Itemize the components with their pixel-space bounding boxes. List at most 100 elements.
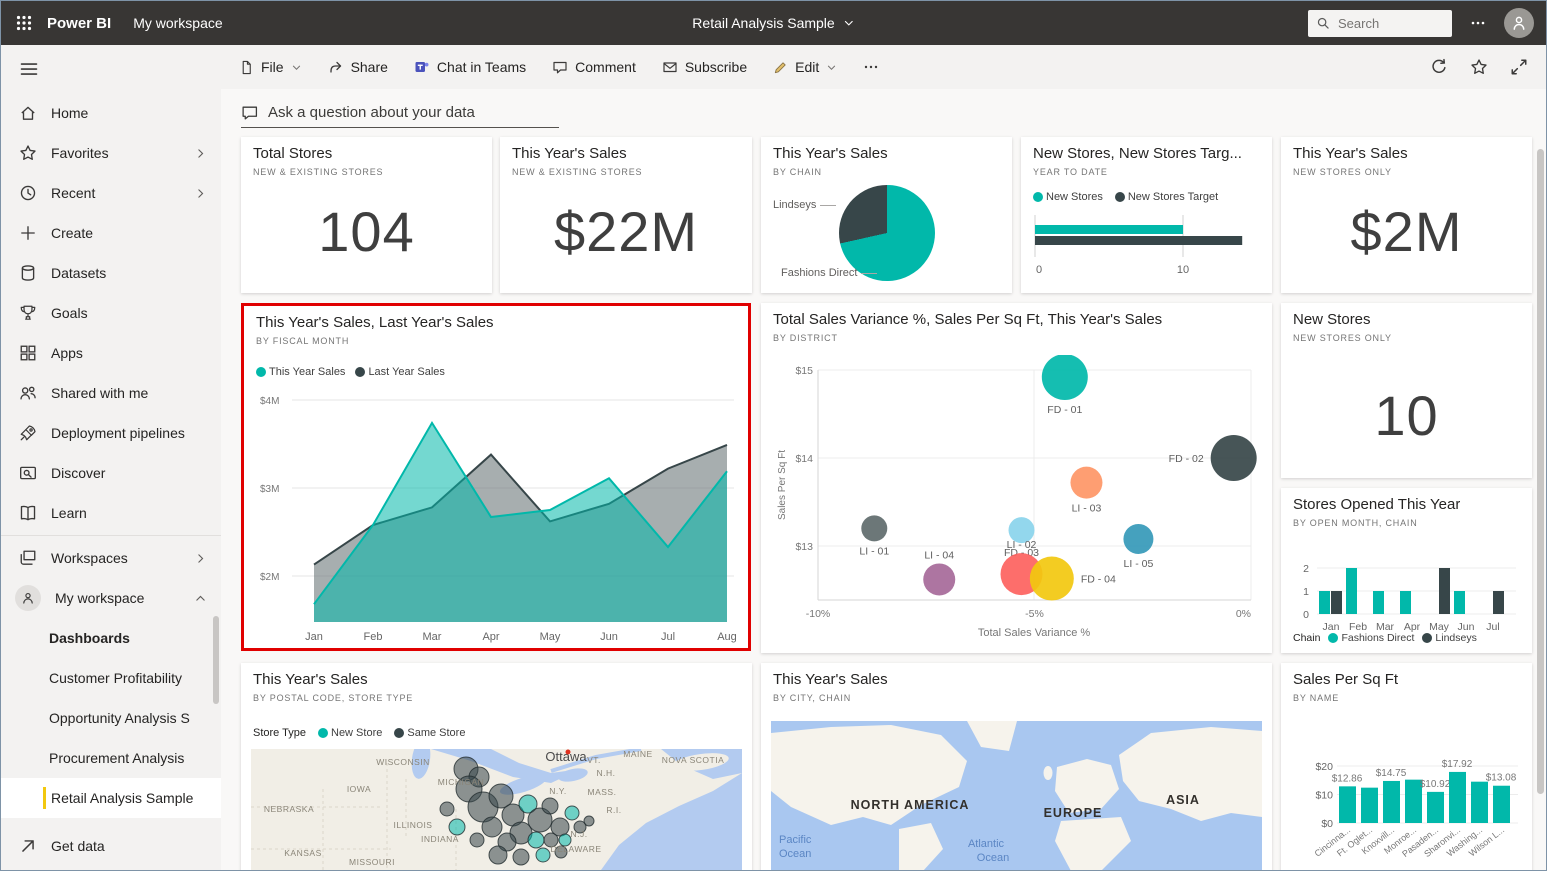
svg-text:N.J.: N.J. [570,829,587,839]
refresh-icon[interactable] [1430,58,1448,76]
area-chart: $4M$3M$2MJanFebMarAprMayJunJulAug [252,390,739,645]
file-icon [239,60,254,75]
tile-sales-by-fiscal-month[interactable]: This Year's Sales, Last Year's Sales BY … [244,306,748,648]
edit-button[interactable]: Edit [773,59,837,75]
tile-sales-by-chain-pie[interactable]: This Year's Sales BY CHAIN Lindseys Fash… [761,137,1012,293]
qna-input[interactable] [266,103,540,122]
tile-this-years-sales-new-stores[interactable]: This Year's Sales NEW STORES ONLY $2M [1281,137,1532,293]
tile-sales-by-postal-code-map[interactable]: This Year's Sales BY POSTAL CODE, STORE … [241,663,752,870]
sidebar-subitem-dashboards[interactable]: Dashboards [1,618,221,658]
sidebar-item-create[interactable]: Create [1,213,221,253]
qna-bar[interactable] [241,97,559,128]
sidebar-item-learn[interactable]: Learn [1,493,221,533]
dashboard-canvas: Total Stores NEW & EXISTING STORES 104 T… [221,89,1546,870]
sidebar-subitem-procurement-analysis[interactable]: Procurement Analysis [1,738,221,778]
svg-text:0%: 0% [1236,608,1251,620]
search-input[interactable] [1336,15,1426,32]
sidebar-item-goals[interactable]: Goals [1,293,221,333]
sidebar-item-apps[interactable]: Apps [1,333,221,373]
powerbi-logo[interactable]: Power BI [47,15,111,32]
sidebar-subitem-retail-analysis-sample[interactable]: Retail Analysis Sample [1,778,221,818]
subscribe-button[interactable]: Subscribe [662,59,747,75]
svg-text:Atlantic: Atlantic [968,838,1005,850]
sidebar-item-favorites[interactable]: Favorites [1,133,221,173]
sidebar-item-my-workspace[interactable]: My workspace [1,578,221,618]
dashboard-title: Retail Analysis Sample [692,15,834,31]
svg-text:-5%: -5% [1025,608,1044,620]
svg-text:ASIA: ASIA [1166,793,1200,807]
sidebar-scrollbar-thumb[interactable] [213,616,219,704]
svg-text:VT.: VT. [587,755,601,765]
sidebar-item-discover[interactable]: Discover [1,453,221,493]
book-icon [19,504,37,522]
legend-dot-dark [394,728,404,738]
svg-text:EUROPE: EUROPE [1044,806,1103,820]
plus-icon [19,224,37,242]
svg-text:MASS.: MASS. [588,787,617,797]
hamburger-menu-icon[interactable] [15,55,43,83]
svg-text:FD - 04: FD - 04 [1081,574,1116,586]
app-launcher-waffle-icon[interactable] [1,1,47,45]
discover-icon [19,464,37,482]
sidebar-item-home[interactable]: Home [1,93,221,133]
tile-stores-opened[interactable]: Stores Opened This Year BY OPEN MONTH, C… [1281,488,1532,653]
global-search[interactable] [1308,10,1452,37]
workspace-breadcrumb[interactable]: My workspace [133,15,222,31]
person-icon [15,585,41,611]
dashboard-title-dropdown[interactable]: Retail Analysis Sample [692,1,854,45]
file-menu-button[interactable]: File [239,59,302,75]
left-navigation: Home Favorites Recent Create Datasets Go… [1,45,221,870]
toolbar-more-icon[interactable] [863,59,879,75]
svg-text:Jul: Jul [661,631,675,643]
sidebar-item-workspaces[interactable]: Workspaces [1,538,221,578]
tile-subtitle: BY DISTRICT [773,333,838,343]
svg-text:$10.92: $10.92 [1420,779,1451,790]
pie-label-fashions-direct: Fashions Direct [781,267,877,279]
tile-title: New Stores [1293,311,1371,328]
more-options-icon[interactable] [1470,15,1486,31]
account-avatar[interactable] [1504,8,1534,38]
fullscreen-expand-icon[interactable] [1510,58,1528,76]
sidebar-subitem-opportunity-analysis[interactable]: Opportunity Analysis S [1,698,221,738]
chevron-right-icon [194,552,207,565]
get-data-button[interactable]: Get data [1,826,221,866]
svg-text:R.I.: R.I. [606,805,621,815]
tile-title: Stores Opened This Year [1293,496,1460,513]
svg-text:$14.75: $14.75 [1376,768,1407,779]
svg-text:-10%: -10% [806,608,831,620]
sidebar-item-deployment-pipelines[interactable]: Deployment pipelines [1,413,221,453]
svg-text:NOVA SCOTIA: NOVA SCOTIA [662,755,725,765]
svg-text:LI - 05: LI - 05 [1124,558,1154,570]
favorite-star-icon[interactable] [1470,58,1488,76]
star-icon [19,144,37,162]
sidebar-item-recent[interactable]: Recent [1,173,221,213]
chat-in-teams-button[interactable]: Chat in Teams [414,59,526,75]
svg-text:Total Sales Variance %: Total Sales Variance % [978,627,1091,639]
tile-this-years-sales-card[interactable]: This Year's Sales NEW & EXISTING STORES … [500,137,752,293]
share-button[interactable]: Share [328,59,388,75]
chevron-down-icon [826,62,837,73]
svg-text:$3M: $3M [260,484,279,495]
chart-legend: Store Type New Store Same Store [253,727,465,739]
sidebar-item-shared-with-me[interactable]: Shared with me [1,373,221,413]
tile-total-stores[interactable]: Total Stores NEW & EXISTING STORES 104 [241,137,492,293]
tile-sales-per-sqft[interactable]: Sales Per Sq Ft BY NAME $20$10$0$12.86Ci… [1281,663,1532,870]
page-scrollbar-thumb[interactable] [1537,149,1544,794]
legend-dot-dark [355,367,365,377]
svg-text:MAINE: MAINE [623,749,652,759]
comment-button[interactable]: Comment [552,59,636,75]
tile-subtitle: BY CHAIN [773,167,822,177]
svg-text:$2M: $2M [260,572,279,583]
tile-new-stores-target[interactable]: New Stores, New Stores Targ... YEAR TO D… [1021,137,1272,293]
tile-title: This Year's Sales [512,145,627,162]
sidebar-subitem-customer-profitability[interactable]: Customer Profitability [1,658,221,698]
legend-dot-teal [256,367,266,377]
svg-text:KANSAS: KANSAS [284,848,322,858]
svg-text:ILLINOIS: ILLINOIS [394,820,433,830]
tile-variance-scatter[interactable]: Total Sales Variance %, Sales Per Sq Ft,… [761,303,1272,653]
tile-new-stores-card[interactable]: New Stores NEW STORES ONLY 10 [1281,303,1532,478]
sidebar-item-datasets[interactable]: Datasets [1,253,221,293]
svg-text:Aug: Aug [717,631,737,643]
tile-title: This Year's Sales [253,671,368,688]
tile-sales-by-city-map[interactable]: This Year's Sales BY CITY, CHAIN NORTH A… [761,663,1272,870]
